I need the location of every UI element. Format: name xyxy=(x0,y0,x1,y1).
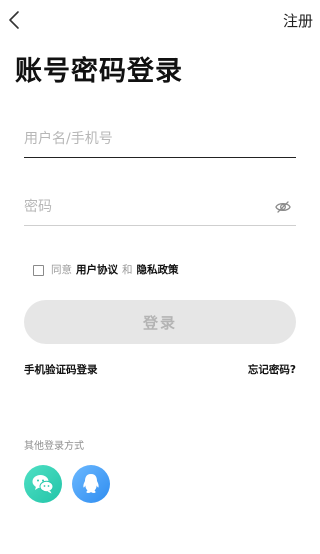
sms-login-link[interactable]: 手机验证码登录 xyxy=(24,362,98,377)
page-title: 账号密码登录 xyxy=(15,56,183,87)
username-input[interactable] xyxy=(24,122,296,156)
wechat-login-button[interactable] xyxy=(24,465,62,503)
qq-icon xyxy=(83,474,99,493)
chevron-left-icon xyxy=(9,11,19,29)
agreement-row: 同意 用户协议 和 隐私政策 xyxy=(33,262,179,278)
eye-off-icon[interactable] xyxy=(274,198,292,216)
agree-and-text: 和 xyxy=(122,264,133,276)
back-button[interactable] xyxy=(4,8,24,32)
other-login-label: 其他登录方式 xyxy=(24,441,84,452)
username-field-container xyxy=(24,122,296,158)
privacy-policy-link[interactable]: 隐私政策 xyxy=(137,262,179,278)
wechat-icon xyxy=(32,475,54,494)
password-input[interactable] xyxy=(24,190,264,224)
login-button[interactable]: 登录 xyxy=(24,300,296,344)
password-field-container xyxy=(24,190,296,226)
forgot-password-link[interactable]: 忘记密码? xyxy=(248,362,296,377)
qq-login-button[interactable] xyxy=(72,465,110,503)
login-page: 注册 账号密码登录 同意 用户协议 和 隐私政策 登录 手机验证码登录 忘记密码… xyxy=(0,0,320,554)
agree-prefix-text: 同意 xyxy=(51,264,72,276)
register-link[interactable]: 注册 xyxy=(283,11,313,31)
agree-checkbox[interactable] xyxy=(33,264,44,276)
user-agreement-link[interactable]: 用户协议 xyxy=(76,262,118,278)
